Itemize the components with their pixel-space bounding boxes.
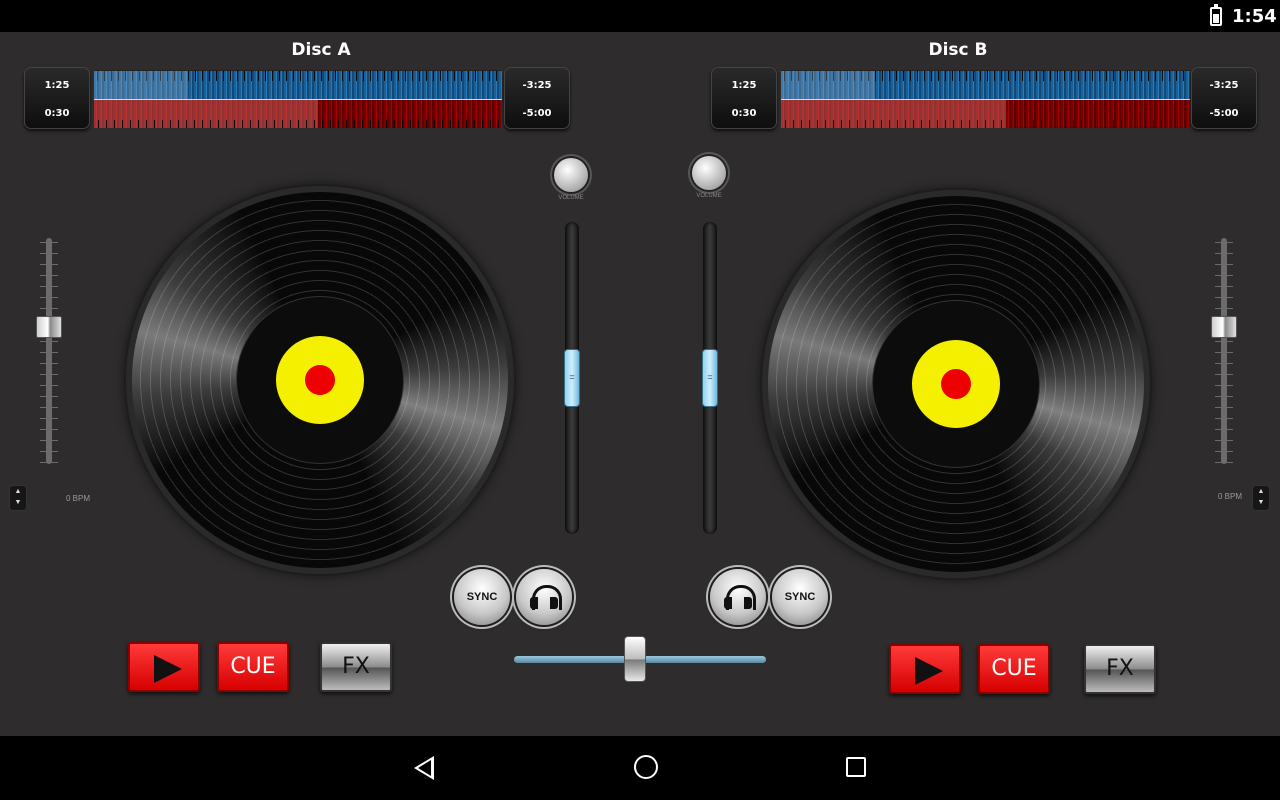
back-icon[interactable] <box>414 756 434 780</box>
deck-a-label-yellow <box>276 336 364 424</box>
deck-b-elapsed-box: 1:25 0:30 <box>711 67 777 129</box>
deck-a-elapsed-bottom: 0:30 <box>44 108 70 119</box>
system-nav-bar <box>0 736 1280 800</box>
deck-a-bpm-stepper[interactable]: ▲ ▼ <box>9 485 27 511</box>
deck-a-label-center <box>305 365 335 395</box>
deck-b-bottom-progress <box>781 100 1006 128</box>
deck-a-volume-handle[interactable] <box>564 349 580 407</box>
deck-b-volume-handle[interactable] <box>702 349 718 407</box>
deck-a-remaining-top: -3:25 <box>522 80 552 91</box>
deck-b-title: Disc B <box>928 40 988 60</box>
deck-b-elapsed-top: 1:25 <box>731 80 757 91</box>
crossfader-handle[interactable] <box>624 636 647 682</box>
deck-a-volume-knob[interactable] <box>554 158 588 192</box>
deck-b-volume-label: VOLUME <box>696 193 722 199</box>
deck-a-title: Disc A <box>291 40 351 60</box>
deck-b-pitch-handle[interactable] <box>1211 315 1237 338</box>
deck-a-bottom-progress <box>94 100 319 128</box>
deck-a-elapsed-box: 1:25 0:30 <box>24 67 90 129</box>
deck-a-cue-button[interactable]: CUE <box>217 642 289 692</box>
deck-b-pitch-slider[interactable] <box>1221 238 1227 464</box>
deck-b-waveform-bottom <box>781 100 1190 128</box>
deck-b-elapsed-bottom: 0:30 <box>731 108 757 119</box>
dj-mixer-app: Disc A 1:25 0:30 -3:25 -5:00 ▲ ▼ 0 BPM VO… <box>0 32 1280 736</box>
deck-b-bpm-stepper[interactable]: ▲ ▼ <box>1252 485 1270 511</box>
deck-a-vinyl <box>132 192 508 568</box>
deck-b-label-center <box>941 369 971 399</box>
deck-b-remaining-bottom: -5:00 <box>1209 108 1239 119</box>
deck-b-play-button[interactable] <box>889 644 961 694</box>
deck-a-record-label <box>237 297 403 463</box>
deck-a-headphone-button[interactable] <box>516 569 572 625</box>
deck-b-turntable[interactable] <box>762 190 1150 578</box>
deck-b-waveform[interactable] <box>781 70 1190 128</box>
deck-a-waveform-top <box>94 71 502 99</box>
deck-b-remaining-box: -3:25 -5:00 <box>1191 67 1257 129</box>
deck-b-top-progress <box>781 71 876 99</box>
deck-a-bpm: 0 BPM <box>66 494 91 503</box>
deck-a-pitch-slider[interactable] <box>46 238 52 464</box>
deck-a-turntable[interactable] <box>126 186 514 574</box>
deck-b-cue-button[interactable]: CUE <box>978 644 1050 694</box>
battery-charging-icon <box>1210 4 1222 26</box>
recent-apps-icon[interactable] <box>846 757 866 777</box>
deck-a-pitch-handle[interactable] <box>36 315 62 338</box>
deck-b-volume-knob[interactable] <box>692 156 726 190</box>
deck-a-play-button[interactable] <box>128 642 200 692</box>
deck-b-bpm: 0 BPM <box>1218 492 1243 501</box>
deck-b-sync-button[interactable]: SYNC <box>772 569 828 625</box>
deck-b-waveform-top <box>781 71 1190 99</box>
deck-a-waveform-bottom <box>94 100 502 128</box>
play-icon <box>915 657 943 685</box>
deck-a-elapsed-top: 1:25 <box>44 80 70 91</box>
deck-a-volume-label: VOLUME <box>558 195 584 201</box>
play-icon <box>154 655 182 683</box>
deck-b-headphone-button[interactable] <box>710 569 766 625</box>
deck-b-remaining-top: -3:25 <box>1209 80 1239 91</box>
deck-b-fx-button[interactable]: FX <box>1084 644 1156 694</box>
deck-a-top-progress <box>94 71 188 99</box>
deck-b-label-yellow <box>912 340 1000 428</box>
status-bar: 1:54 <box>0 0 1280 32</box>
deck-a-waveform[interactable] <box>94 70 502 128</box>
deck-b-record-label <box>873 301 1039 467</box>
home-icon[interactable] <box>634 755 658 779</box>
deck-a-sync-button[interactable]: SYNC <box>454 569 510 625</box>
deck-a-remaining-bottom: -5:00 <box>522 108 552 119</box>
headphone-icon <box>530 585 562 610</box>
status-clock: 1:54 <box>1232 6 1277 27</box>
headphone-icon <box>724 585 756 610</box>
deck-a-fx-button[interactable]: FX <box>320 642 392 692</box>
deck-a-remaining-box: -3:25 -5:00 <box>504 67 570 129</box>
deck-b-vinyl <box>768 196 1144 572</box>
